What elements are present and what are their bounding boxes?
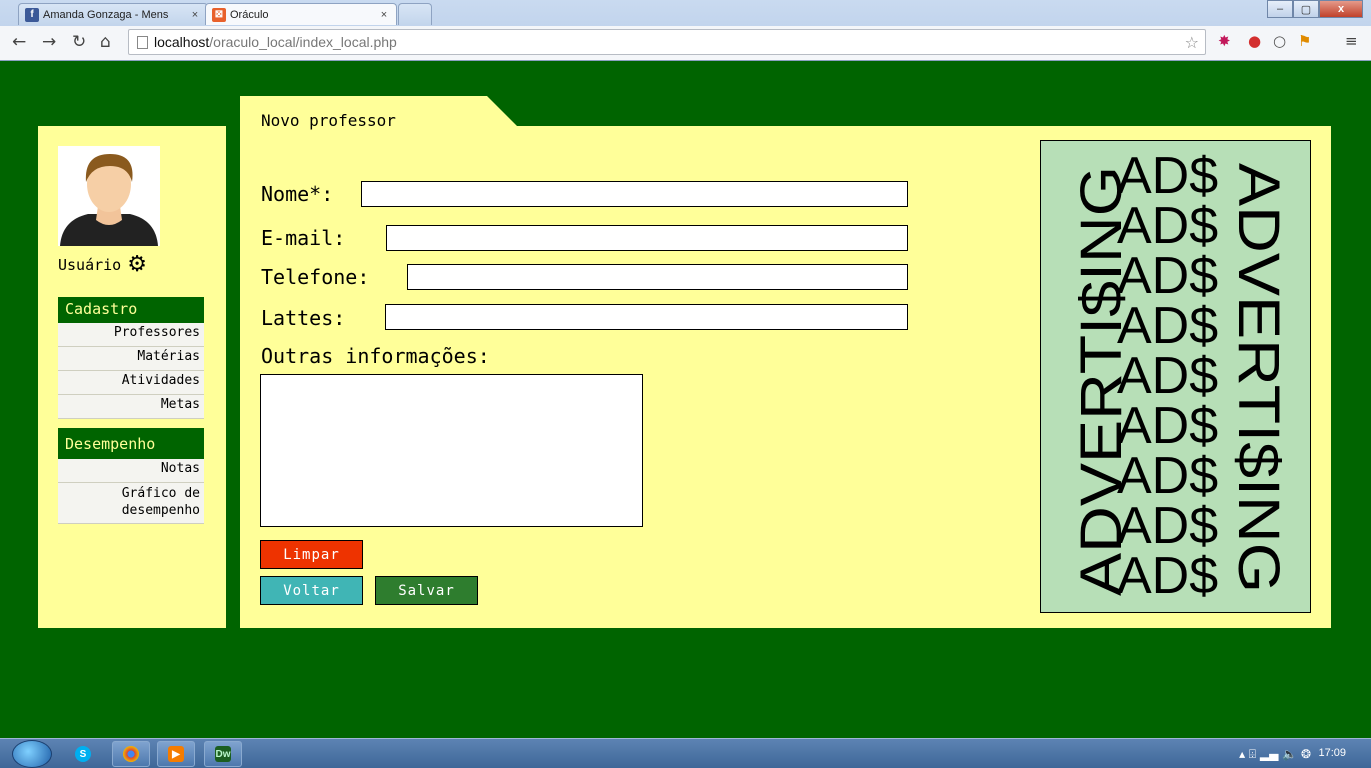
- user-label: Usuário: [58, 256, 122, 274]
- browser-tab-facebook[interactable]: f Amanda Gonzaga - Mens ×: [18, 3, 208, 25]
- url-path: /oraculo_local/index_local.php: [209, 34, 397, 50]
- skype-icon: S: [75, 746, 91, 762]
- media-player-icon: ▶: [168, 746, 184, 762]
- browser-toolbar: ← → ↻ ⌂ localhost/oraculo_local/index_lo…: [0, 26, 1371, 60]
- dreamweaver-icon: Dw: [215, 746, 231, 762]
- chrome-icon: [123, 746, 139, 762]
- menu-header-desempenho: Desempenho: [58, 428, 204, 459]
- user-row: Usuário ⚙: [58, 254, 147, 276]
- limpar-button[interactable]: Limpar: [260, 540, 363, 569]
- page-title: Novo professor: [261, 111, 396, 130]
- menu-icon[interactable]: ≡: [1345, 32, 1358, 50]
- menu-item-professores[interactable]: Professores: [58, 323, 204, 347]
- email-field[interactable]: [386, 225, 908, 251]
- menu-item-notas[interactable]: Notas: [58, 459, 204, 483]
- address-bar[interactable]: localhost/oraculo_local/index_local.php …: [128, 29, 1206, 55]
- telefone-field[interactable]: [407, 264, 908, 290]
- sidebar: Usuário ⚙ Cadastro Professores Matérias …: [38, 126, 226, 628]
- ad-text-right: ADVERTI$ING: [1226, 163, 1291, 593]
- reload-icon[interactable]: ↻: [72, 32, 86, 52]
- taskbar-media-player[interactable]: ▶: [157, 741, 195, 767]
- menu-cadastro: Cadastro Professores Matérias Atividades…: [58, 297, 204, 419]
- outras-label: Outras informações:: [261, 344, 490, 368]
- url-host: localhost: [154, 34, 210, 50]
- window-controls: – ▢ x: [1267, 0, 1363, 18]
- tab-close-icon[interactable]: ×: [187, 9, 203, 21]
- lattes-label: Lattes:: [261, 306, 346, 330]
- back-arrow-icon[interactable]: ←: [12, 32, 26, 52]
- nome-field[interactable]: [361, 181, 908, 207]
- minimize-button[interactable]: –: [1267, 0, 1293, 18]
- taskbar: S ▶ Dw ▴ ⌹ ▂▄ 🔈 ❂ 17:09: [0, 738, 1371, 768]
- nome-label: Nome*:: [261, 182, 334, 206]
- ad-middle-text: AD$: [1117, 547, 1218, 605]
- voltar-button[interactable]: Voltar: [260, 576, 363, 605]
- xampp-icon: ⊠: [212, 7, 226, 22]
- system-tray-icons[interactable]: ▴ ⌹ ▂▄ 🔈 ❂: [1239, 747, 1311, 762]
- menu-item-metas[interactable]: Metas: [58, 395, 204, 419]
- maximize-button[interactable]: ▢: [1293, 0, 1319, 18]
- extension-flag-icon[interactable]: ⚑: [1298, 32, 1311, 50]
- avatar-icon: [60, 154, 158, 246]
- menu-header-cadastro: Cadastro: [58, 297, 204, 323]
- taskbar-skype[interactable]: S: [68, 741, 98, 767]
- clock: 17:09: [1318, 747, 1346, 759]
- bookmark-star-icon[interactable]: ☆: [1185, 33, 1199, 52]
- outras-textarea[interactable]: [260, 374, 643, 527]
- menu-item-grafico[interactable]: Gráfico de desempenho: [58, 483, 204, 524]
- tab-close-icon[interactable]: ×: [376, 9, 392, 21]
- user-avatar[interactable]: [58, 146, 160, 246]
- menu-item-materias[interactable]: Matérias: [58, 347, 204, 371]
- opera-extension-icon[interactable]: ●: [1248, 32, 1261, 50]
- facebook-icon: f: [25, 7, 39, 22]
- menu-item-atividades[interactable]: Atividades: [58, 371, 204, 395]
- advertising-banner[interactable]: ADVERTI$ING ADVERTI$ING AD$ AD$ AD$ AD$ AD$ A…: [1040, 140, 1311, 613]
- page-icon: [137, 35, 148, 49]
- start-button[interactable]: [12, 740, 52, 768]
- advertising-graphic: ADVERTI$ING ADVERTI$ING AD$AD$AD$AD$AD$A…: [1069, 147, 1291, 605]
- tab-label: Oráculo: [230, 8, 269, 21]
- ad-middle-stack: AD$AD$AD$AD$AD$AD$AD$AD$AD$: [1117, 147, 1218, 605]
- extension-bug-icon[interactable]: ✸: [1218, 32, 1231, 50]
- browser-chrome: f Amanda Gonzaga - Mens × ⊠ Oráculo × – …: [0, 0, 1371, 61]
- home-icon[interactable]: ⌂: [100, 32, 111, 52]
- browser-tab-oraculo[interactable]: ⊠ Oráculo ×: [205, 3, 397, 25]
- lattes-field[interactable]: [385, 304, 908, 330]
- new-tab-button[interactable]: [398, 3, 432, 25]
- taskbar-chrome[interactable]: [112, 741, 150, 767]
- salvar-button[interactable]: Salvar: [375, 576, 478, 605]
- gear-icon[interactable]: ⚙: [127, 254, 147, 276]
- close-window-button[interactable]: x: [1319, 0, 1363, 18]
- telefone-label: Telefone:: [261, 265, 370, 289]
- taskbar-dreamweaver[interactable]: Dw: [204, 741, 242, 767]
- tab-label: Amanda Gonzaga - Mens: [43, 8, 169, 21]
- email-label: E-mail:: [261, 226, 346, 250]
- extension-circle-icon[interactable]: ○: [1273, 32, 1286, 50]
- forward-arrow-icon[interactable]: →: [42, 32, 56, 52]
- menu-desempenho: Desempenho Notas Gráfico de desempenho: [58, 428, 204, 524]
